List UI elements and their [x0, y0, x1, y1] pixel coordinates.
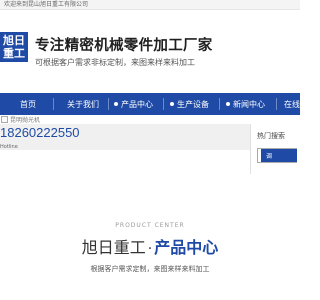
- main-nav: 首页 关于我们 产品中心 生产设备 新闻中心 在线: [0, 93, 300, 115]
- nav-divider: [276, 98, 277, 110]
- title-dot: ·: [147, 241, 153, 257]
- banner-image[interactable]: 昆明抛光机: [0, 115, 300, 124]
- nav-divider: [219, 98, 220, 110]
- banner-alt-text: 昆明抛光机: [10, 117, 41, 124]
- nav-about-label: 关于我们: [67, 99, 99, 109]
- nav-item-home[interactable]: 首页: [20, 93, 36, 115]
- nav-home-label: 首页: [20, 99, 36, 109]
- hotline-phone[interactable]: 18260222550: [0, 124, 80, 142]
- header-slogan: 专注精密机械零件加工厂家: [35, 38, 213, 54]
- nav-item-products[interactable]: 产品中心: [114, 93, 153, 115]
- product-center-title: 旭日重工 · 产品中心: [0, 234, 300, 258]
- nav-products-label: 产品中心: [121, 99, 153, 109]
- nav-news-label: 新闻中心: [233, 99, 265, 109]
- hotline-label: Hotline: [0, 144, 18, 150]
- nav-item-about[interactable]: 关于我们: [67, 93, 99, 115]
- nav-item-equipment[interactable]: 生产设备: [170, 93, 209, 115]
- search-button[interactable]: 调: [261, 149, 297, 162]
- bullet-icon: [114, 102, 118, 106]
- nav-item-online[interactable]: 在线: [284, 93, 300, 115]
- logo-line-1: 旭日: [3, 34, 25, 47]
- company-logo[interactable]: 旭日 重工: [0, 32, 28, 62]
- logo-line-2: 重工: [3, 47, 25, 60]
- welcome-text: 欢迎来到昆山旭日重工有限公司: [4, 1, 89, 8]
- nav-online-label: 在线: [284, 99, 300, 109]
- hot-search-label: 热门搜索: [257, 132, 285, 140]
- nav-divider: [163, 98, 164, 110]
- product-center-en-title: PRODUCT CENTER: [115, 222, 185, 229]
- title-highlight: 产品中心: [154, 238, 219, 257]
- title-main: 旭日重工: [81, 238, 146, 257]
- hot-search-box: 热门搜索 调: [250, 124, 300, 174]
- nav-divider: [53, 98, 54, 110]
- broken-image-icon: [1, 116, 8, 123]
- bullet-icon: [170, 102, 174, 106]
- bullet-icon: [226, 102, 230, 106]
- nav-divider: [108, 98, 109, 110]
- nav-equipment-label: 生产设备: [177, 99, 209, 109]
- nav-item-news[interactable]: 新闻中心: [226, 93, 265, 115]
- header-subslogan: 可根据客户需求非标定制，来图来样来料加工: [35, 58, 195, 67]
- top-bar: 欢迎来到昆山旭日重工有限公司: [0, 0, 300, 10]
- product-center-subtitle: 根据客户需求定制，来图来样来料加工: [90, 265, 210, 273]
